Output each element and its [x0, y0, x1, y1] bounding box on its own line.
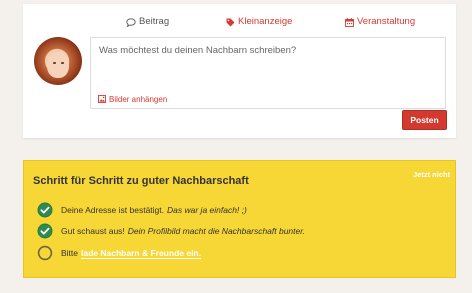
- tab-event-label: Veranstaltung: [357, 16, 416, 27]
- step-text: Gut schaust aus!: [61, 226, 125, 236]
- post-composer: Beitrag Kleinanzeige Veranstaltung Was m…: [23, 4, 456, 138]
- calendar-icon: [345, 17, 354, 27]
- tab-classified-label: Kleinanzeige: [238, 16, 293, 27]
- onboarding-steps-panel: Schritt für Schritt zu guter Nachbarscha…: [23, 160, 456, 278]
- avatar-eye-right: [61, 62, 64, 64]
- attach-images-label: Bilder anhängen: [109, 94, 168, 104]
- composer-tabs: Beitrag Kleinanzeige Veranstaltung: [23, 4, 456, 34]
- step-text: Bitte: [61, 248, 79, 258]
- attach-images-link[interactable]: Bilder anhängen: [98, 93, 167, 105]
- dismiss-link[interactable]: Jetzt nicht: [413, 170, 450, 179]
- check-circle-icon: [37, 202, 53, 218]
- avatar-face: [47, 52, 69, 78]
- check-circle-icon: [37, 223, 53, 239]
- post-text-input[interactable]: [91, 38, 445, 88]
- image-icon: [98, 95, 106, 103]
- step-note: Dein Profilbild macht die Nachbarschaft …: [127, 226, 306, 236]
- post-button[interactable]: Posten: [402, 110, 447, 130]
- post-editor: Bilder anhängen: [90, 37, 446, 109]
- avatar: [34, 37, 82, 85]
- step-note: Das war ja einfach! ;): [167, 205, 247, 215]
- tab-classified[interactable]: Kleinanzeige: [226, 15, 292, 29]
- steps-title: Schritt für Schritt zu guter Nachbarscha…: [33, 175, 249, 187]
- speech-bubble-icon: [126, 17, 136, 27]
- avatar-eye-left: [53, 62, 56, 64]
- tag-icon: [226, 18, 235, 26]
- tab-post[interactable]: Beitrag: [126, 15, 169, 29]
- tab-post-label: Beitrag: [139, 16, 170, 27]
- step-text: Deine Adresse ist bestätigt.: [61, 205, 165, 215]
- invite-neighbors-link[interactable]: lade Nachbarn & Freunde ein.: [81, 248, 201, 259]
- step-address-confirmed: Deine Adresse ist bestätigt. Das war ja …: [37, 202, 247, 218]
- step-invite-neighbors: Bitte lade Nachbarn & Freunde ein.: [37, 245, 201, 261]
- tab-event[interactable]: Veranstaltung: [345, 15, 415, 29]
- step-profile-picture: Gut schaust aus! Dein Profilbild macht d…: [37, 223, 305, 239]
- empty-circle-icon: [37, 245, 53, 261]
